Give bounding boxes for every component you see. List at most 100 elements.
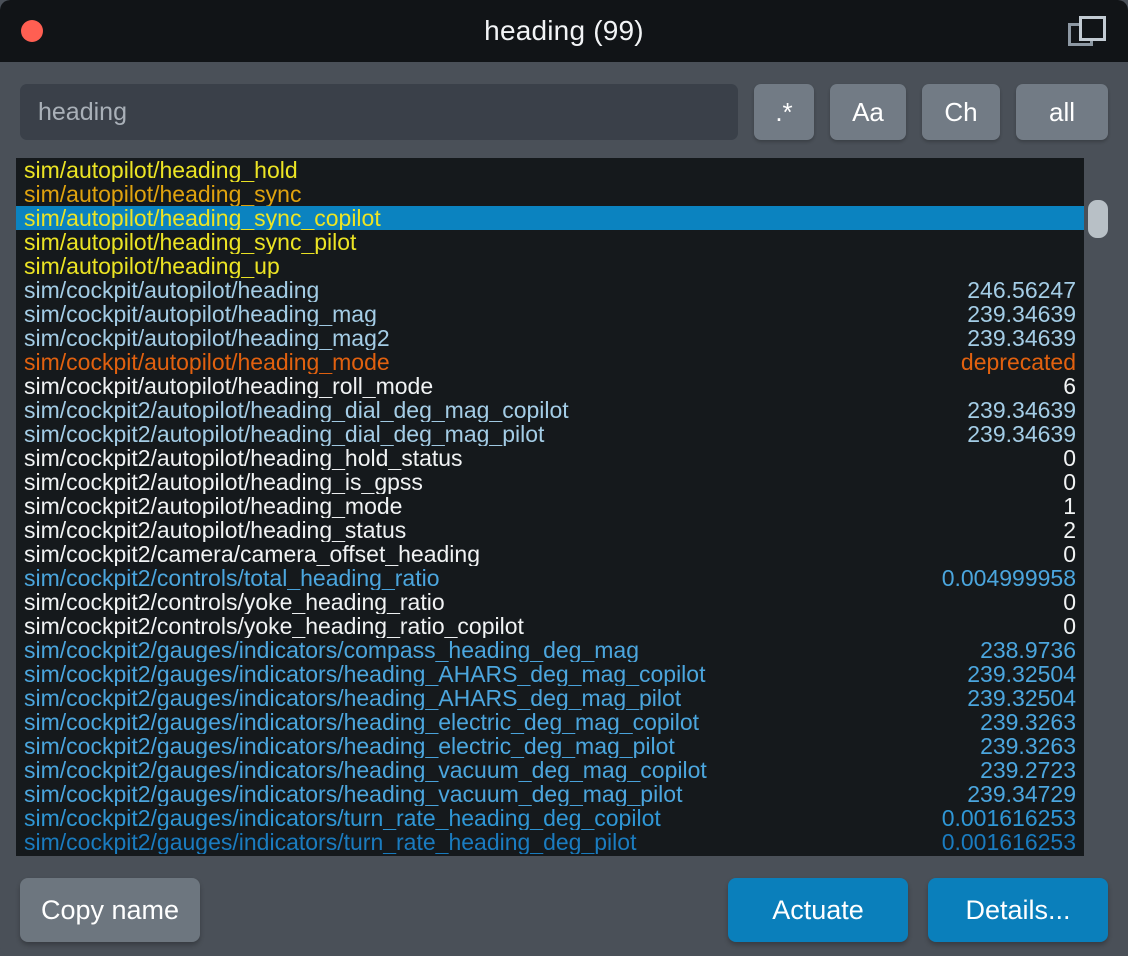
dataref-name: sim/cockpit2/autopilot/heading_is_gpss [24,470,423,494]
dataref-row[interactable]: sim/autopilot/heading_sync_pilot [16,230,1084,254]
dataref-row[interactable]: sim/cockpit2/controls/yoke_heading_ratio… [16,590,1084,614]
dataref-name: sim/cockpit/autopilot/heading [24,278,320,302]
dataref-row[interactable]: sim/cockpit2/autopilot/heading_dial_deg_… [16,398,1084,422]
dataref-name: sim/cockpit2/controls/yoke_heading_ratio [24,590,445,614]
dataref-row[interactable]: sim/cockpit2/controls/total_heading_rati… [16,566,1084,590]
dataref-value: 239.3263 [980,710,1076,734]
dataref-row[interactable]: sim/cockpit2/gauges/indicators/heading_v… [16,758,1084,782]
details-button[interactable]: Details... [928,878,1108,942]
dataref-row[interactable]: sim/cockpit2/autopilot/heading_status 2 [16,518,1084,542]
dataref-name: sim/cockpit2/gauges/indicators/compass_h… [24,638,639,662]
dataref-value: 0.001616253 [941,830,1076,854]
regex-filter-button[interactable]: .* [754,84,814,140]
dataref-name: sim/cockpit/autopilot/heading_mag [24,302,377,326]
dataref-value: 239.32504 [967,662,1076,686]
dataref-value: 6 [1063,374,1076,398]
dataref-value: 0 [1063,542,1076,566]
dataref-name: sim/cockpit2/gauges/indicators/heading_v… [24,758,707,782]
dataref-row[interactable]: sim/autopilot/heading_hold [16,158,1084,182]
dataref-row[interactable]: sim/autopilot/heading_sync [16,182,1084,206]
dataref-value: 0 [1063,470,1076,494]
dataref-value: 0.001616253 [941,806,1076,830]
dataref-row[interactable]: sim/cockpit2/gauges/indicators/heading_v… [16,782,1084,806]
dataref-value: 239.34729 [967,782,1076,806]
dataref-row[interactable]: sim/cockpit/autopilot/heading_roll_mode 6 [16,374,1084,398]
dataref-name: sim/autopilot/heading_hold [24,158,298,182]
titlebar: heading (99) [0,0,1128,62]
dataref-row[interactable]: sim/cockpit/autopilot/heading_mode deprec… [16,350,1084,374]
dataref-value: 239.34639 [967,302,1076,326]
dataref-value: 239.34639 [967,326,1076,350]
dataref-row[interactable]: sim/cockpit2/autopilot/heading_dial_deg_… [16,422,1084,446]
dataref-value: 239.2723 [980,758,1076,782]
dataref-list[interactable]: sim/autopilot/heading_hold sim/autopilot/… [16,158,1084,856]
dataref-browser-window: heading (99) .* Aa Ch all sim/autopilot/… [0,0,1128,956]
dataref-row[interactable]: sim/cockpit/autopilot/heading 246.56247 [16,278,1084,302]
actuate-button[interactable]: Actuate [728,878,908,942]
dataref-value: 239.32504 [967,686,1076,710]
dataref-value: 0 [1063,614,1076,638]
dataref-value: 2 [1063,518,1076,542]
footer-toolbar: Copy name Actuate Details... [0,864,1128,956]
dataref-name: sim/autopilot/heading_sync [24,182,302,206]
dataref-row[interactable]: sim/cockpit2/gauges/indicators/heading_e… [16,710,1084,734]
dataref-value: 0 [1063,590,1076,614]
dataref-row[interactable]: sim/autopilot/heading_up [16,254,1084,278]
dataref-name: sim/autopilot/heading_up [24,254,280,278]
dataref-name: sim/cockpit2/autopilot/heading_dial_deg_… [24,398,569,422]
dataref-name: sim/cockpit2/controls/total_heading_rati… [24,566,440,590]
case-filter-button[interactable]: Aa [830,84,906,140]
dataref-name: sim/cockpit2/autopilot/heading_mode [24,494,403,518]
dataref-row[interactable]: sim/cockpit2/gauges/indicators/heading_e… [16,734,1084,758]
dataref-row[interactable]: sim/cockpit2/autopilot/heading_mode 1 [16,494,1084,518]
restore-window-icon[interactable] [1064,13,1110,51]
dataref-row[interactable]: sim/cockpit2/gauges/indicators/turn_rate… [16,830,1084,854]
dataref-name: sim/cockpit2/autopilot/heading_dial_deg_… [24,422,545,446]
dataref-name: sim/autopilot/heading_sync_pilot [24,230,357,254]
dataref-value: 1 [1063,494,1076,518]
dataref-row[interactable]: sim/cockpit/autopilot/heading_mag2 239.34… [16,326,1084,350]
window-title: heading (99) [484,15,644,46]
dataref-value: 0.004999958 [941,566,1076,590]
dataref-row[interactable]: sim/cockpit2/autopilot/heading_is_gpss 0 [16,470,1084,494]
dataref-name: sim/autopilot/heading_sync_copilot [24,206,381,230]
dataref-name: sim/cockpit2/controls/yoke_heading_ratio… [24,614,524,638]
dataref-row[interactable]: sim/cockpit2/autopilot/heading_hold_stat… [16,446,1084,470]
dataref-value: 239.3263 [980,734,1076,758]
dataref-value: deprecated [960,350,1076,374]
search-toolbar: .* Aa Ch all [0,62,1128,160]
list-scrollbar-thumb[interactable] [1088,200,1108,238]
dataref-name: sim/cockpit2/gauges/indicators/turn_rate… [24,830,637,854]
dataref-value: 239.34639 [967,422,1076,446]
dataref-name: sim/cockpit2/autopilot/heading_hold_stat… [24,446,463,470]
dataref-name: sim/cockpit2/gauges/indicators/heading_A… [24,662,706,686]
dataref-row[interactable]: sim/cockpit/autopilot/heading_mag 239.346… [16,302,1084,326]
search-input[interactable] [20,84,738,140]
dataref-name: sim/cockpit/autopilot/heading_roll_mode [24,374,434,398]
dataref-name: sim/cockpit2/gauges/indicators/heading_v… [24,782,683,806]
dataref-name: sim/cockpit2/gauges/indicators/turn_rate… [24,806,661,830]
dataref-name: sim/cockpit2/camera/camera_offset_headin… [24,542,480,566]
dataref-row[interactable]: sim/cockpit2/camera/camera_offset_headin… [16,542,1084,566]
list-scrollbar-track[interactable] [1088,158,1112,856]
dataref-row[interactable]: sim/cockpit2/controls/yoke_heading_ratio… [16,614,1084,638]
dataref-list-panel: sim/autopilot/heading_hold sim/autopilot/… [16,158,1112,856]
dataref-row[interactable]: sim/cockpit2/gauges/indicators/compass_h… [16,638,1084,662]
changed-filter-button[interactable]: Ch [922,84,1000,140]
copy-name-button[interactable]: Copy name [20,878,200,942]
dataref-name: sim/cockpit2/autopilot/heading_status [24,518,407,542]
dataref-value: 246.56247 [967,278,1076,302]
dataref-row[interactable]: sim/autopilot/heading_sync_copilot [16,206,1084,230]
dataref-name: sim/cockpit2/gauges/indicators/heading_e… [24,710,700,734]
dataref-value: 239.34639 [967,398,1076,422]
dataref-name: sim/cockpit2/gauges/indicators/heading_A… [24,686,682,710]
dataref-value: 0 [1063,446,1076,470]
dataref-value: 238.9736 [980,638,1076,662]
all-filter-button[interactable]: all [1016,84,1108,140]
dataref-row[interactable]: sim/cockpit2/gauges/indicators/heading_A… [16,662,1084,686]
dataref-name: sim/cockpit2/gauges/indicators/heading_e… [24,734,675,758]
dataref-name: sim/cockpit/autopilot/heading_mag2 [24,326,390,350]
dataref-row[interactable]: sim/cockpit2/gauges/indicators/heading_A… [16,686,1084,710]
dataref-name: sim/cockpit/autopilot/heading_mode [24,350,390,374]
dataref-row[interactable]: sim/cockpit2/gauges/indicators/turn_rate… [16,806,1084,830]
